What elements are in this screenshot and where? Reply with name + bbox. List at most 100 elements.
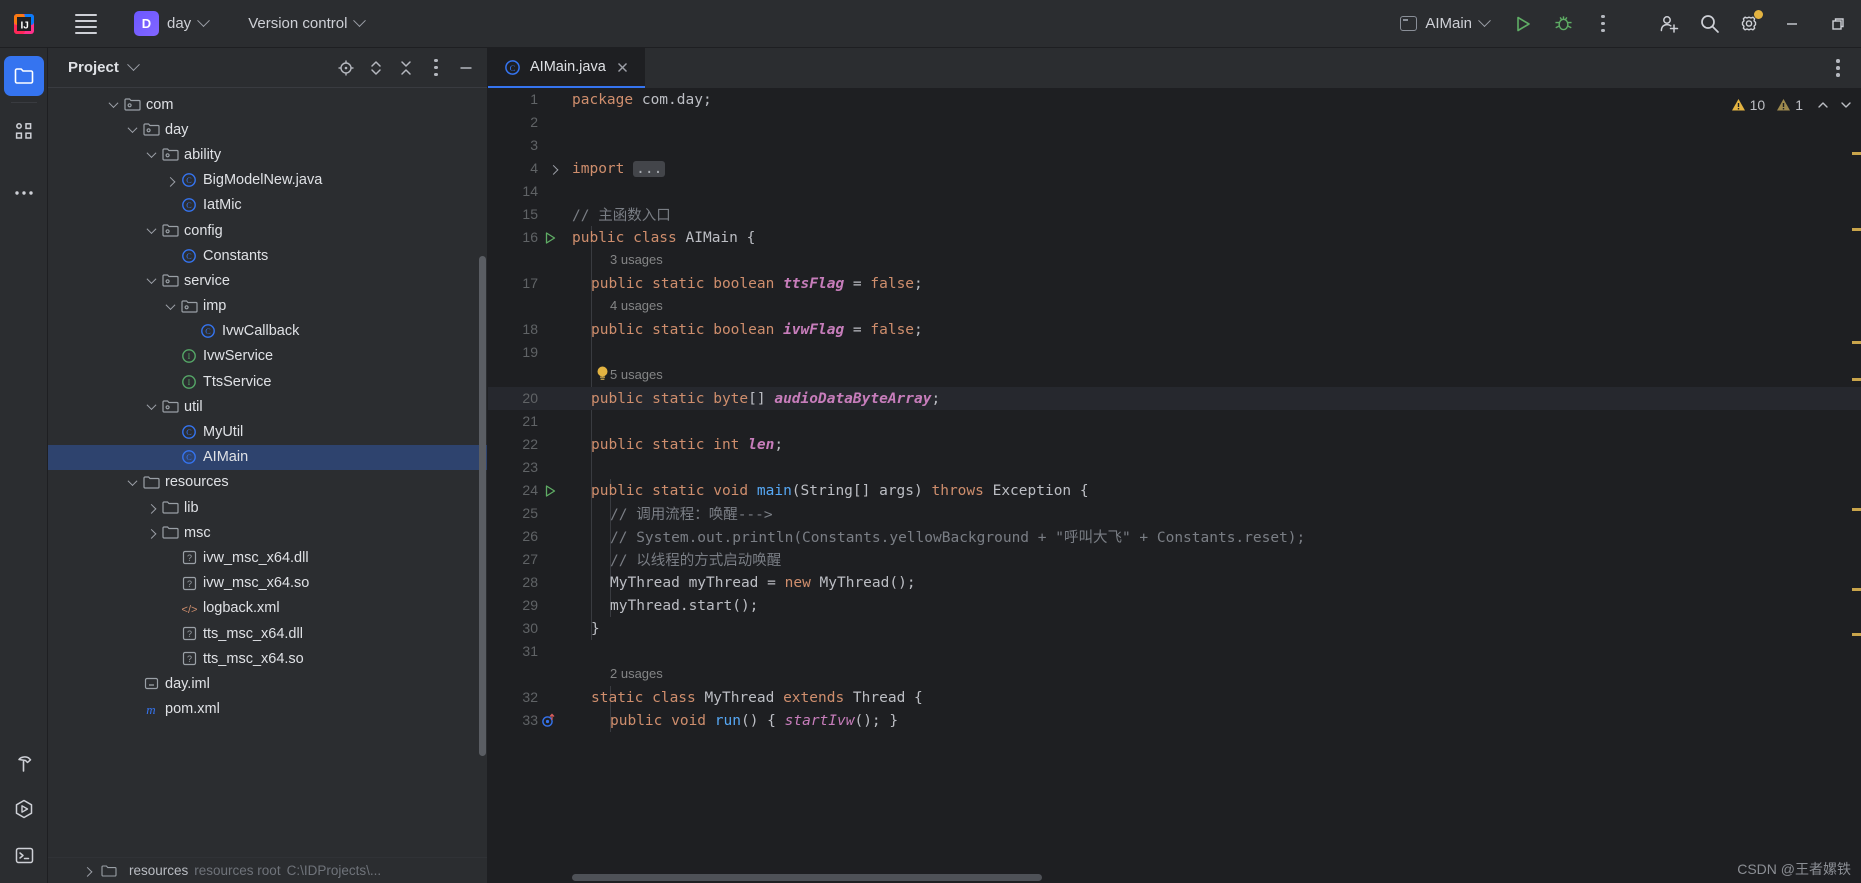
code-line[interactable]: // 以线程的方式启动唤醒 bbox=[564, 548, 781, 571]
tree-node[interactable]: util bbox=[48, 394, 487, 419]
editor-gutter[interactable]: 1 2 3 4 14 15 16 17 18 19 20 21 22 23 24 25 26 27 28 29 30 31… bbox=[488, 88, 564, 883]
tree-node[interactable]: ? ivw_msc_x64.so bbox=[48, 571, 487, 596]
restore-window-button[interactable] bbox=[1815, 0, 1861, 48]
run-configuration-selector[interactable]: AIMain bbox=[1390, 11, 1499, 36]
tree-node[interactable]: I IvwService bbox=[48, 344, 487, 369]
code-line[interactable]: static class MyThread extends Thread { bbox=[564, 686, 923, 709]
expand-collapse-button[interactable] bbox=[363, 55, 389, 81]
code-line[interactable]: public void run() { startIvw (); } bbox=[564, 709, 898, 732]
tree-node[interactable]: com bbox=[48, 92, 487, 117]
folded-import-region[interactable]: ... bbox=[633, 160, 666, 177]
tree-node[interactable]: </> logback.xml bbox=[48, 596, 487, 621]
search-everywhere-button[interactable] bbox=[1689, 0, 1729, 48]
run-gutter-icon[interactable] bbox=[542, 226, 558, 249]
chevron-down-icon[interactable] bbox=[143, 224, 159, 235]
tree-node[interactable]: C BigModelNew.java bbox=[48, 168, 487, 193]
usages-inlay-hint[interactable]: 4 usages bbox=[610, 295, 663, 316]
code-line[interactable]: } bbox=[564, 617, 600, 640]
code-line[interactable]: public static byte[] audioDataByteArray; bbox=[564, 387, 940, 410]
project-file-tree[interactable]: com day ability C BigModelNew.java C IatMic con… bbox=[48, 88, 487, 857]
chevron-right-icon[interactable] bbox=[143, 529, 159, 540]
chevron-down-icon[interactable] bbox=[126, 58, 140, 72]
warnings-indicator[interactable]: 10 bbox=[1731, 97, 1765, 113]
weak-warnings-indicator[interactable]: 1 bbox=[1776, 97, 1803, 113]
tree-node[interactable]: I TtsService bbox=[48, 369, 487, 394]
code-line[interactable]: package com.day; bbox=[564, 88, 712, 111]
tree-node-selected[interactable]: C AIMain bbox=[48, 444, 487, 470]
tree-node[interactable]: C IvwCallback bbox=[48, 319, 487, 344]
hide-project-panel-button[interactable] bbox=[453, 55, 479, 81]
chevron-down-icon[interactable] bbox=[124, 476, 140, 486]
code-line[interactable]: public static boolean ivwFlag = false; bbox=[564, 318, 923, 341]
code-line[interactable]: public static void main (String[] args) t… bbox=[564, 479, 1089, 502]
usages-inlay-hint[interactable]: 3 usages bbox=[610, 249, 663, 270]
tree-node[interactable]: msc bbox=[48, 520, 487, 545]
sidebar-item-project[interactable] bbox=[3, 56, 44, 96]
select-opened-file-button[interactable] bbox=[333, 55, 359, 81]
tree-node[interactable]: C MyUtil bbox=[48, 419, 487, 444]
tree-node[interactable]: ? tts_msc_x64.so bbox=[48, 646, 487, 671]
chevron-right-icon[interactable] bbox=[143, 504, 159, 514]
run-gutter-icon[interactable] bbox=[542, 479, 558, 502]
tree-node[interactable]: m pom.xml bbox=[48, 697, 487, 722]
settings-button[interactable] bbox=[1729, 0, 1769, 48]
tree-node[interactable]: day bbox=[48, 117, 487, 142]
sidebar-item-run[interactable] bbox=[4, 789, 44, 829]
project-tree-scrollbar[interactable] bbox=[479, 256, 486, 756]
tree-node[interactable]: C IatMic bbox=[48, 193, 487, 218]
tree-node[interactable]: day.iml bbox=[48, 671, 487, 696]
collapse-all-button[interactable] bbox=[393, 55, 419, 81]
tree-node[interactable]: imp bbox=[48, 294, 487, 319]
override-method-gutter-icon[interactable] bbox=[540, 709, 556, 732]
minimize-window-button[interactable] bbox=[1769, 0, 1815, 48]
error-stripe[interactable] bbox=[1852, 88, 1861, 883]
chevron-down-icon[interactable] bbox=[162, 299, 178, 310]
next-problem-button[interactable] bbox=[1839, 98, 1853, 112]
tab-aimain-java[interactable]: C AIMain.java bbox=[488, 48, 645, 88]
sidebar-item-structure[interactable] bbox=[4, 111, 44, 151]
chevron-down-icon[interactable] bbox=[143, 274, 159, 285]
main-menu-button[interactable] bbox=[64, 0, 108, 48]
tree-node[interactable]: lib bbox=[48, 495, 487, 520]
chevron-right-icon[interactable] bbox=[162, 176, 178, 187]
tree-node[interactable]: C Constants bbox=[48, 243, 487, 268]
tree-node[interactable]: ? ivw_msc_x64.dll bbox=[48, 545, 487, 570]
sidebar-item-terminal[interactable] bbox=[4, 835, 44, 875]
tree-node[interactable]: service bbox=[48, 268, 487, 293]
code-editor[interactable]: 1 2 3 4 14 15 16 17 18 19 20 21 22 23 24 25 26 27 28 29 30 31… bbox=[488, 88, 1861, 883]
chevron-down-icon[interactable] bbox=[124, 123, 140, 134]
run-button[interactable] bbox=[1503, 0, 1543, 48]
chevron-down-icon[interactable] bbox=[105, 98, 121, 109]
usages-inlay-hint[interactable]: 2 usages bbox=[610, 663, 663, 684]
fold-expand-icon[interactable] bbox=[545, 157, 561, 180]
version-control-button[interactable]: Version control bbox=[240, 11, 372, 36]
more-actions-button[interactable] bbox=[1583, 0, 1623, 48]
sidebar-item-more[interactable] bbox=[4, 173, 44, 213]
chevron-down-icon[interactable] bbox=[143, 400, 159, 411]
code-line[interactable]: myThread.start(); bbox=[564, 594, 758, 617]
editor-options-button[interactable] bbox=[1825, 55, 1851, 81]
chevron-down-icon[interactable] bbox=[143, 148, 159, 159]
previous-problem-button[interactable] bbox=[1816, 98, 1830, 112]
code-line[interactable]: public static int len; bbox=[564, 433, 783, 456]
share-project-button[interactable] bbox=[1649, 0, 1689, 48]
code-line[interactable]: // System.out.println(Constants.yellowBa… bbox=[564, 525, 1305, 548]
tree-node[interactable]: config bbox=[48, 218, 487, 243]
code-line[interactable]: public static boolean ttsFlag = false; bbox=[564, 272, 923, 295]
project-options-button[interactable] bbox=[423, 55, 449, 81]
code-content[interactable]: package com.day; import ... // 主函数入口 public… bbox=[564, 88, 1861, 883]
code-line[interactable]: import ... bbox=[564, 157, 666, 180]
project-selector[interactable]: D day bbox=[126, 7, 216, 40]
code-line[interactable]: // 主函数入口 bbox=[564, 203, 671, 226]
tree-node[interactable]: ability bbox=[48, 142, 487, 167]
editor-horizontal-scrollbar[interactable] bbox=[572, 874, 1042, 881]
intention-bulb-icon[interactable] bbox=[595, 365, 610, 387]
tree-node[interactable]: resources bbox=[48, 470, 487, 495]
tree-node[interactable]: ? tts_msc_x64.dll bbox=[48, 621, 487, 646]
code-line[interactable]: // 调用流程：唤醒---> bbox=[564, 502, 773, 525]
close-icon[interactable] bbox=[615, 59, 631, 75]
code-line[interactable]: public class AIMain { bbox=[564, 226, 755, 249]
code-line[interactable]: MyThread myThread = new MyThread(); bbox=[564, 571, 916, 594]
debug-button[interactable] bbox=[1543, 0, 1583, 48]
sidebar-item-build[interactable] bbox=[4, 743, 44, 783]
